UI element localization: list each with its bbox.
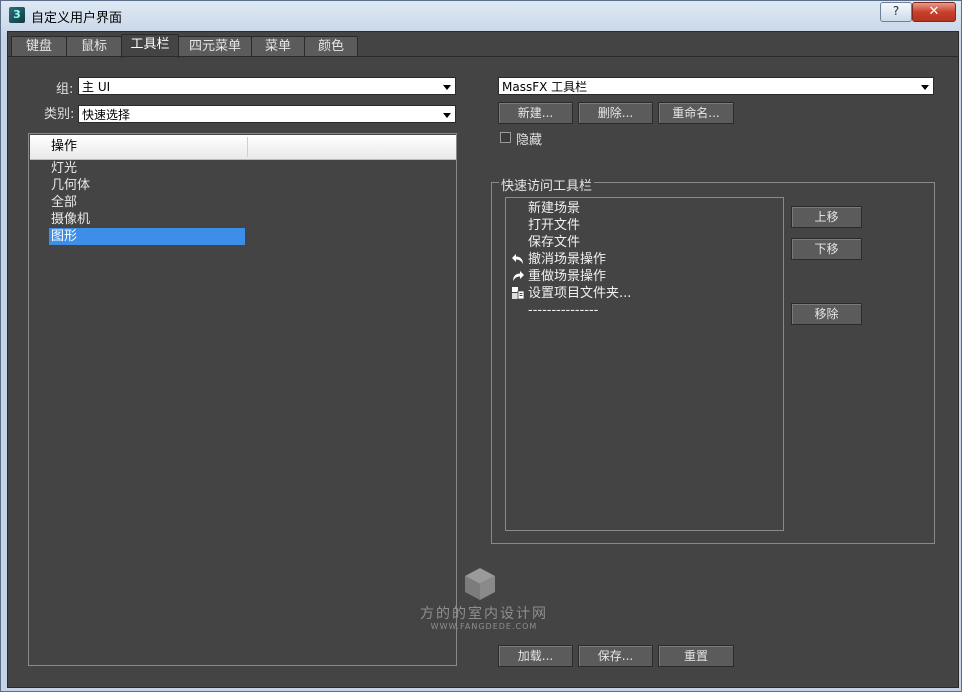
- tab-divider: [8, 56, 958, 57]
- move-down-button[interactable]: 下移: [791, 238, 862, 260]
- project-folder-icon: [511, 286, 525, 300]
- group-select-value: 主 UI: [82, 80, 111, 94]
- redo-icon: [511, 269, 525, 283]
- hide-label: 隐藏: [516, 133, 543, 148]
- column-header-action[interactable]: 操作: [51, 135, 77, 159]
- tab-quad-menus[interactable]: 四元菜单: [178, 36, 252, 57]
- quick-access-title: 快速访问工具栏: [499, 175, 595, 194]
- tab-keyboard[interactable]: 键盘: [11, 36, 67, 57]
- quick-access-list[interactable]: 新建场景 打开文件 保存文件 撤消场景操作 重做场景操作 设置项目文件夹... …: [505, 197, 784, 531]
- toolbar-select-value: MassFX 工具栏: [502, 80, 588, 94]
- category-select[interactable]: 快速选择: [78, 105, 456, 123]
- customize-ui-dialog: 3 自定义用户界面 ? ✕ 键盘 鼠标 工具栏 四元菜单 菜单 颜色 组: 主 …: [0, 0, 962, 692]
- list-item-selected[interactable]: 图形: [49, 228, 245, 245]
- list-item[interactable]: 全部: [49, 194, 245, 211]
- group-label: 组:: [56, 82, 74, 97]
- help-button[interactable]: ?: [880, 2, 912, 22]
- list-item[interactable]: 新建场景: [528, 200, 580, 217]
- category-label: 类别:: [44, 107, 75, 122]
- hide-checkbox[interactable]: [500, 132, 511, 143]
- dialog-client: 键盘 鼠标 工具栏 四元菜单 菜单 颜色 组: 主 UI 类别: 快速选择 操作…: [7, 31, 959, 688]
- list-item[interactable]: 灯光: [49, 160, 245, 177]
- action-list[interactable]: 操作 灯光 几何体 全部 摄像机 图形: [28, 133, 457, 666]
- list-item[interactable]: 保存文件: [528, 234, 580, 251]
- tab-colors[interactable]: 颜色: [304, 36, 358, 57]
- new-toolbar-button[interactable]: 新建...: [498, 102, 573, 124]
- window-title: 自定义用户界面: [31, 11, 123, 26]
- category-select-value: 快速选择: [82, 108, 131, 122]
- list-item[interactable]: 打开文件: [528, 217, 580, 234]
- delete-toolbar-button[interactable]: 删除...: [578, 102, 653, 124]
- tab-menus[interactable]: 菜单: [251, 36, 305, 57]
- tab-toolbars[interactable]: 工具栏: [121, 34, 179, 58]
- move-up-button[interactable]: 上移: [791, 206, 862, 228]
- column-separator: [247, 137, 248, 157]
- undo-icon: [511, 252, 525, 266]
- title-bar: 3 自定义用户界面 ? ✕: [1, 1, 961, 29]
- close-button[interactable]: ✕: [912, 2, 956, 22]
- list-item[interactable]: 摄像机: [49, 211, 245, 228]
- toolbar-select[interactable]: MassFX 工具栏: [498, 77, 934, 95]
- reset-button[interactable]: 重置: [658, 645, 734, 667]
- list-item[interactable]: 设置项目文件夹...: [528, 285, 631, 302]
- save-button[interactable]: 保存...: [578, 645, 653, 667]
- action-list-header: 操作: [30, 135, 456, 160]
- group-select[interactable]: 主 UI: [78, 77, 456, 95]
- chevron-down-icon: [921, 85, 929, 90]
- list-item[interactable]: 几何体: [49, 177, 245, 194]
- separator-item[interactable]: ---------------: [528, 302, 598, 319]
- rename-toolbar-button[interactable]: 重命名...: [658, 102, 734, 124]
- app-icon: 3: [9, 7, 25, 23]
- list-item[interactable]: 重做场景操作: [528, 268, 606, 285]
- load-button[interactable]: 加载...: [498, 645, 573, 667]
- chevron-down-icon: [443, 85, 451, 90]
- remove-button[interactable]: 移除: [791, 303, 862, 325]
- chevron-down-icon: [443, 113, 451, 118]
- list-item[interactable]: 撤消场景操作: [528, 251, 606, 268]
- tab-mouse[interactable]: 鼠标: [66, 36, 122, 57]
